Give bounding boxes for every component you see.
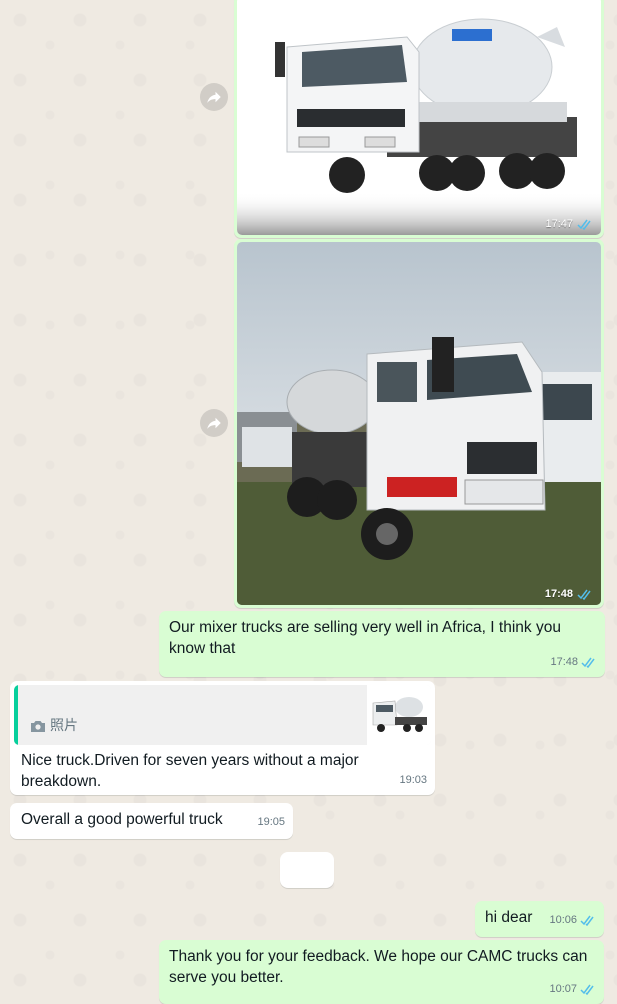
quoted-thumbnail xyxy=(367,685,431,745)
message-time: 17:48 xyxy=(550,656,578,668)
message-meta: 17:48 xyxy=(545,588,593,600)
message-text: Thank you for your feedback. We hope our… xyxy=(169,948,588,986)
mixer-trucks-yard-image xyxy=(237,242,601,605)
camera-icon xyxy=(31,720,45,732)
message-text: Nice truck.Driven for seven years withou… xyxy=(21,752,359,790)
outgoing-message[interactable]: hi dear 10:06 xyxy=(475,901,604,937)
forward-button[interactable] xyxy=(200,83,228,111)
message-time: 17:47 xyxy=(545,218,573,230)
mixer-truck-image xyxy=(237,0,601,235)
message-time: 19:05 xyxy=(257,816,285,828)
quoted-label-text: 照片 xyxy=(50,717,78,733)
read-ticks-icon xyxy=(577,589,591,600)
quote-accent-bar xyxy=(14,685,18,745)
image-message[interactable]: 17:48 xyxy=(234,239,604,608)
outgoing-message[interactable]: Our mixer trucks are selling very well i… xyxy=(159,611,605,677)
message-meta: 17:47 xyxy=(545,218,593,230)
message-time: 17:48 xyxy=(544,588,573,600)
forward-button[interactable] xyxy=(200,409,228,437)
message-text: Our mixer trucks are selling very well i… xyxy=(169,619,561,657)
read-ticks-icon xyxy=(580,915,594,926)
truck-thumbnail-image xyxy=(367,685,431,745)
quoted-message[interactable]: 照片 xyxy=(14,685,431,745)
message-time: 10:06 xyxy=(549,914,577,926)
incoming-message[interactable]: Overall a good powerful truck 19:05 xyxy=(10,803,293,839)
forward-icon xyxy=(207,417,221,429)
quoted-photo-label: 照片 xyxy=(30,715,78,736)
read-ticks-icon xyxy=(581,657,595,668)
incoming-reply-message[interactable]: 照片 Nice truck.Driven for seven years wit… xyxy=(10,681,435,795)
message-meta: 19:05 xyxy=(257,812,285,833)
forward-icon xyxy=(207,91,221,103)
read-ticks-icon xyxy=(580,984,594,995)
date-separator-chip xyxy=(280,852,334,888)
message-time: 19:03 xyxy=(399,774,427,786)
message-time: 10:07 xyxy=(549,983,577,995)
image-message[interactable]: 17:47 xyxy=(234,0,604,238)
message-meta: 17:48 xyxy=(550,652,597,673)
message-text: hi dear xyxy=(485,909,533,926)
message-text: Overall a good powerful truck xyxy=(21,811,223,828)
outgoing-message[interactable]: Thank you for your feedback. We hope our… xyxy=(159,940,604,1004)
read-ticks-icon xyxy=(577,219,591,230)
message-meta: 19:03 xyxy=(399,770,427,791)
message-meta: 10:07 xyxy=(549,979,596,1000)
truck-photo-studio[interactable]: 17:47 xyxy=(237,0,601,235)
truck-photo-outdoor[interactable]: 17:48 xyxy=(237,242,601,605)
message-meta: 10:06 xyxy=(549,910,596,931)
